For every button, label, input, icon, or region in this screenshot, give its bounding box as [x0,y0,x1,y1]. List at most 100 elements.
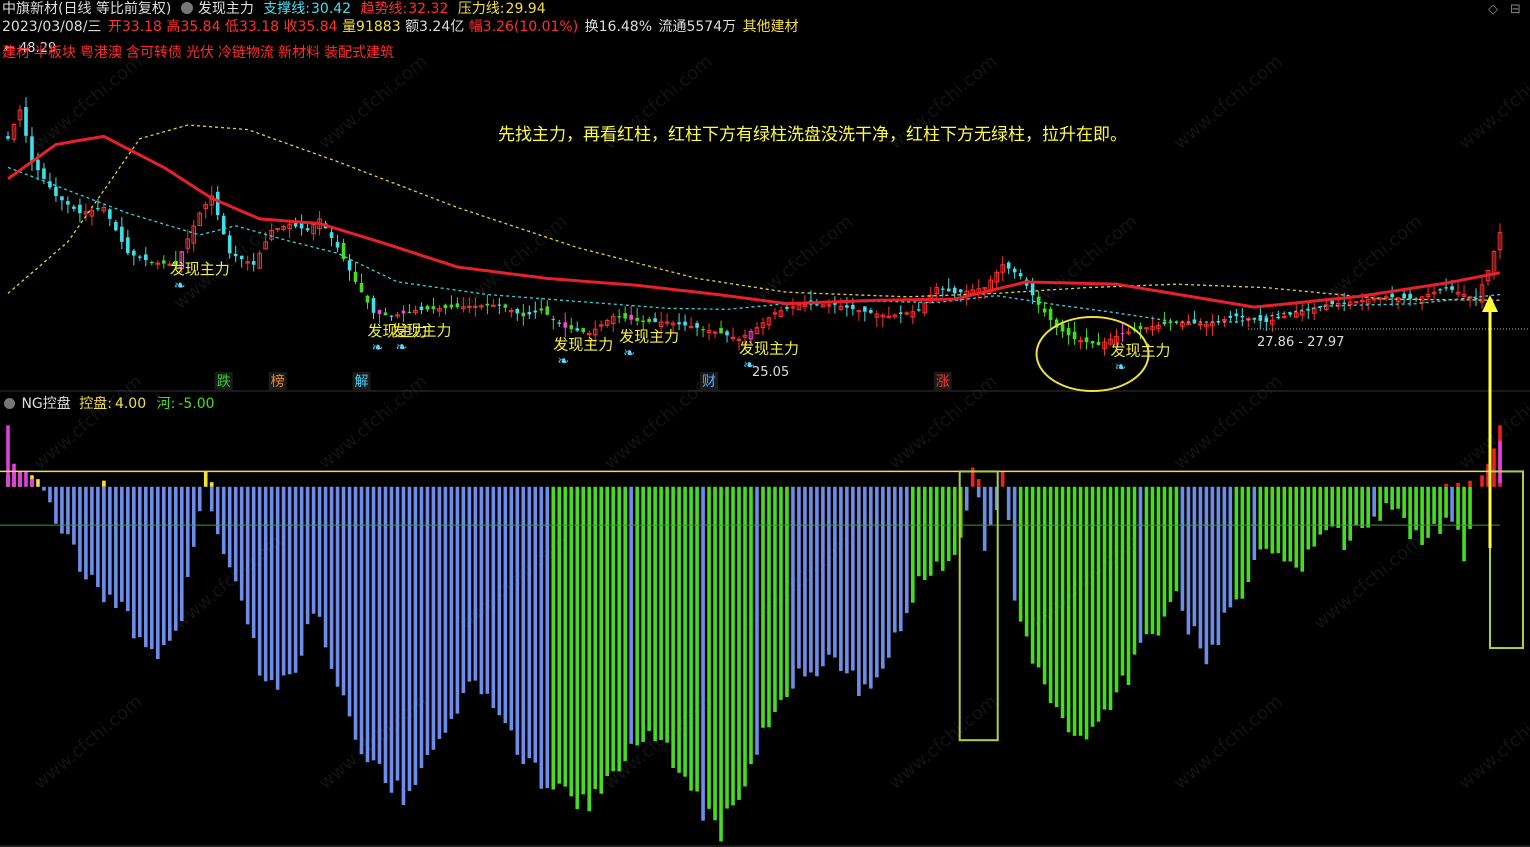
histogram-bar [803,486,807,677]
event-marker: 跌 [217,374,231,390]
candle-body [545,306,550,315]
concept-tag[interactable]: 光伏 [186,45,214,61]
histogram-red-bar [1480,475,1484,487]
histogram-bar [161,486,166,646]
ng-indicator-name[interactable]: NG控盘 [21,396,70,412]
candle-body [108,209,112,219]
candle-body [1438,289,1442,291]
indicator-toggle-icon[interactable] [4,398,15,409]
candle-body [1444,287,1448,289]
histogram-bar [497,486,502,716]
histogram-bar [1306,486,1311,550]
histogram-magenta-bar [1498,440,1502,483]
histogram-bar [671,486,675,768]
candle-body [521,312,526,317]
candle-body [1030,282,1035,296]
butterfly-icon: ❧ [395,339,407,355]
histogram-bar [72,486,76,545]
candle-body [449,304,454,308]
stock-name[interactable]: 中旗新材 [2,1,58,17]
histogram-bar [899,486,903,632]
candle-body [1084,337,1089,343]
histogram-bar [623,486,627,762]
histogram-bar [1366,486,1370,528]
histogram-bar [1252,486,1257,561]
histogram-bar [605,486,609,777]
histogram-magenta-bar [6,425,10,487]
candle-body [863,306,867,312]
histogram-bar [1288,486,1293,562]
trend-value: 32.32 [408,1,449,17]
support-label: 支撑线: [263,1,310,17]
histogram-bar [683,486,687,777]
histogram-bar [575,486,580,810]
watermark-text: www.cfchi.com [1170,51,1287,154]
quote-industry[interactable]: 其他建材 [743,19,799,35]
histogram-bar [1396,486,1400,509]
histogram-bar [527,486,532,759]
concept-tag[interactable]: 半板块 [34,45,76,61]
candle-body [575,328,580,331]
concept-tag[interactable]: 粤港澳 [80,45,122,61]
maximize-window-icon[interactable]: ⊟ [1510,2,1521,17]
histogram-bar [1270,486,1275,554]
candle-body [677,322,681,325]
histogram-bar [66,486,70,535]
restore-window-icon[interactable]: ◇ [1488,2,1498,17]
histogram-bar [1048,486,1053,704]
candle-body [1162,321,1167,325]
histogram-bar [1438,486,1442,534]
histogram-bar [982,486,987,551]
histogram-bar [533,486,538,763]
histogram-bar [227,486,232,568]
concept-tag[interactable]: 冷链物流 [218,45,274,61]
candle-body [96,208,100,210]
candle-body [1138,326,1143,330]
histogram-bar [976,486,981,498]
candle-body [161,260,166,264]
candle-body [401,310,406,314]
histogram-bar [755,486,759,755]
histogram-bar [821,486,825,667]
histogram-bar [881,486,885,669]
histogram-bar [179,486,184,621]
histogram-bar [491,486,496,709]
candle-body [515,308,520,314]
histogram-yellow-bar [203,471,208,487]
histogram-bar [239,486,244,601]
watermark-text: www.cfchi.com [1170,371,1287,474]
candle-body [383,312,388,316]
annotation-text: 先找主力，再看红柱，红柱下方有绿柱洗盘没洗干净，红柱下方无绿柱，拉升在即。 [498,125,1127,145]
candle-body [329,232,334,238]
indicator-name[interactable]: 发现主力 [198,1,254,17]
histogram-bar [215,486,220,535]
histogram-magenta-bar [18,471,22,487]
candle-body [1390,293,1394,298]
concept-tag[interactable]: 建材 [2,45,30,61]
histogram-bar [599,486,604,794]
histogram-bar [341,486,346,696]
histogram-bar [1180,486,1185,611]
period-label[interactable]: (日线 等比前复权) [58,1,171,17]
histogram-bar [126,486,130,612]
indicator-toggle-icon[interactable] [180,2,193,14]
candle-body [66,201,70,205]
candle-body [683,321,687,326]
concept-tag[interactable]: 装配式建筑 [324,45,394,61]
candle-body [1018,273,1023,277]
histogram-bar [269,486,274,681]
histogram-bar [569,486,574,797]
histogram-bar [473,486,478,681]
histogram-bar [611,486,615,772]
candle-body [1342,302,1347,304]
histogram-bar [617,486,621,772]
candle-body [431,306,436,310]
histogram-bar [1354,486,1358,526]
histogram-bar [221,486,226,555]
histogram-bar [191,486,196,547]
arrow-head [1482,295,1498,312]
histogram-bar [1462,486,1466,562]
concept-tag[interactable]: 新材料 [278,45,320,61]
concept-tag[interactable]: 含可转债 [126,45,182,61]
candle-body [341,243,346,259]
